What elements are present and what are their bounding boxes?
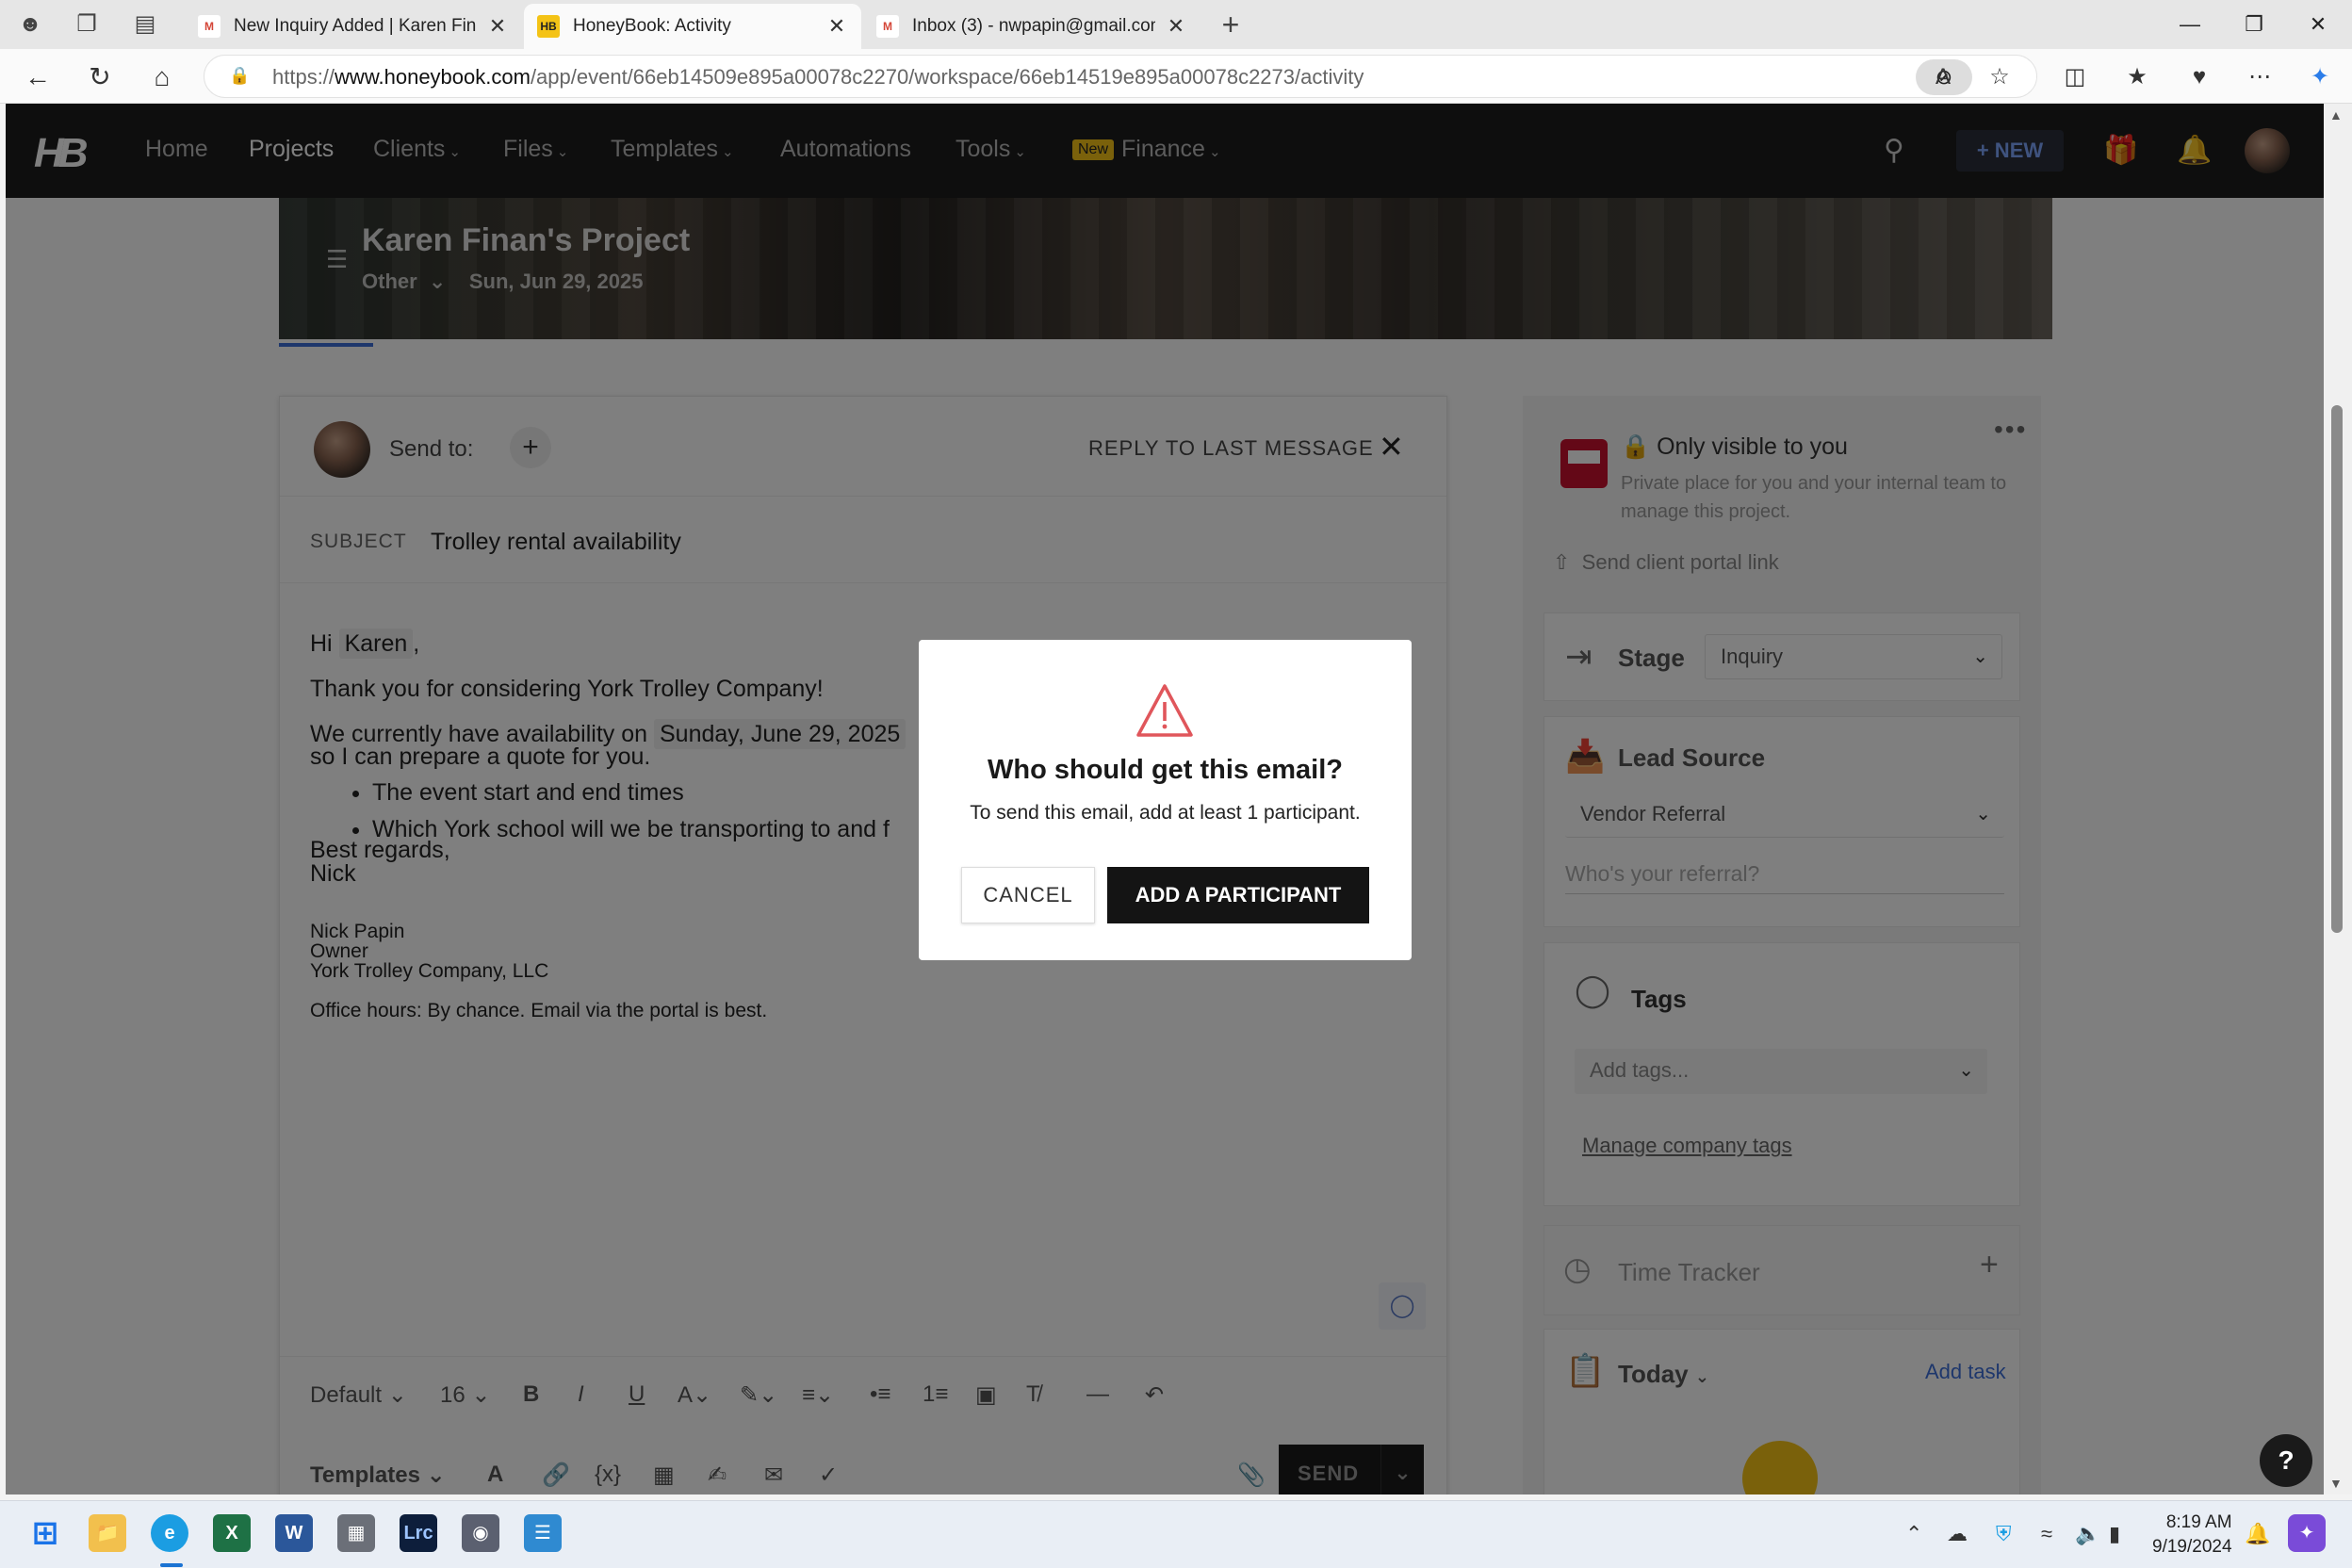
url-field[interactable]: 🔒 https://www.honeybook.com/app/event/66… (204, 55, 2037, 98)
close-tab-icon[interactable]: ✕ (486, 14, 509, 39)
word-icon[interactable]: W (275, 1514, 313, 1552)
dialog-title: Who should get this email? (988, 755, 1343, 785)
wifi-icon[interactable]: ≈ (2041, 1522, 2052, 1546)
scroll-up-icon[interactable]: ▲ (2329, 107, 2343, 122)
favorites-icon[interactable]: ★ (2120, 60, 2154, 94)
dialog-message: To send this email, add at least 1 parti… (970, 802, 1361, 824)
edge-icon[interactable]: e (151, 1514, 188, 1552)
copilot-taskbar-icon[interactable]: ✦ (2288, 1514, 2326, 1552)
excel-icon[interactable]: X (213, 1514, 251, 1552)
copilot-icon[interactable]: ✦ (2303, 60, 2337, 94)
file-explorer-icon[interactable]: 📁 (89, 1514, 126, 1552)
add-participant-button[interactable]: ADD A PARTICIPANT (1107, 867, 1369, 923)
defender-icon[interactable]: ⛨ (1996, 1522, 2012, 1546)
scroll-down-icon[interactable]: ▼ (2329, 1476, 2343, 1491)
close-window-icon[interactable]: ✕ (2290, 6, 2346, 43)
tab-actions-icon[interactable]: ▤ (130, 9, 160, 40)
onedrive-icon[interactable]: ☁ (1947, 1522, 1968, 1546)
refresh-icon[interactable]: ↻ (83, 60, 117, 94)
close-tab-icon[interactable]: ✕ (825, 14, 848, 39)
tab-honeybook-activity[interactable]: HB HoneyBook: Activity ✕ (524, 4, 861, 49)
tab-title: Inbox (3) - nwpapin@gmail.com (912, 16, 1155, 36)
clock-time: 8:19 AM (2165, 1512, 2232, 1532)
show-hidden-icons-icon[interactable]: ⌃ (1905, 1522, 1922, 1546)
notepad-icon[interactable]: ☰ (524, 1514, 562, 1552)
tab-gmail-inbox[interactable]: M Inbox (3) - nwpapin@gmail.com ✕ (863, 4, 1200, 49)
new-tab-icon[interactable]: + (1216, 9, 1246, 40)
page-scrollbar[interactable]: ▲ ▼ (2324, 104, 2352, 1494)
help-button[interactable]: ? (2260, 1434, 2312, 1487)
scroll-thumb[interactable] (2331, 405, 2343, 933)
minimize-icon[interactable]: — (2162, 6, 2218, 43)
tab-title: New Inquiry Added | Karen Finan (234, 16, 477, 36)
notifications-icon[interactable]: 🔔 (2245, 1522, 2270, 1546)
profile-icon[interactable]: ☻ (15, 9, 45, 40)
lightroom-classic-icon[interactable]: Lrc (400, 1514, 437, 1552)
gmail-icon: M (876, 15, 899, 38)
battery-icon[interactable]: ▮ (2109, 1522, 2120, 1546)
home-icon[interactable]: ⌂ (145, 60, 179, 94)
participant-required-dialog: Who should get this email? To send this … (919, 640, 1412, 960)
tab-title: HoneyBook: Activity (573, 16, 731, 36)
workspaces-icon[interactable]: ❐ (72, 9, 102, 40)
favorite-star-icon[interactable]: ☆ (1983, 60, 2017, 94)
windows-taskbar: ⊞ 📁 e X W ▦ Lrc ◉ ☰ ⌃ ☁ ⛨ ≈ 🔈 ▮ 8:19 AM … (0, 1500, 2352, 1568)
more-menu-icon[interactable]: ⋯ (2243, 60, 2277, 94)
close-tab-icon[interactable]: ✕ (1165, 14, 1187, 39)
honeybook-icon: HB (537, 15, 560, 38)
camera-icon[interactable]: ◉ (462, 1514, 499, 1552)
restore-icon[interactable]: ❐ (2226, 6, 2282, 43)
read-aloud-icon[interactable]: A (1926, 60, 1960, 94)
cancel-button[interactable]: CANCEL (961, 867, 1095, 923)
gmail-icon: M (198, 15, 220, 38)
browser-tab-bar: ☻ ❐ ▤ M New Inquiry Added | Karen Finan … (0, 0, 2352, 49)
active-app-indicator (160, 1563, 183, 1567)
tab-gmail-inquiry[interactable]: M New Inquiry Added | Karen Finan ✕ (185, 4, 522, 49)
start-icon[interactable]: ⊞ (26, 1514, 64, 1552)
clock[interactable]: 8:19 AM 9/19/2024 (2152, 1511, 2232, 1560)
back-icon[interactable]: ← (21, 60, 55, 94)
lock-icon: 🔒 (229, 66, 251, 85)
calculator-icon[interactable]: ▦ (337, 1514, 375, 1552)
browser-essentials-icon[interactable]: ♥ (2182, 60, 2216, 94)
url-text: https://www.honeybook.com/app/event/66eb… (272, 65, 1364, 89)
split-screen-icon[interactable]: ◫ (2058, 60, 2092, 94)
warning-icon (1136, 684, 1193, 737)
clock-date: 9/19/2024 (2152, 1537, 2232, 1557)
volume-icon[interactable]: 🔈 (2075, 1522, 2100, 1546)
